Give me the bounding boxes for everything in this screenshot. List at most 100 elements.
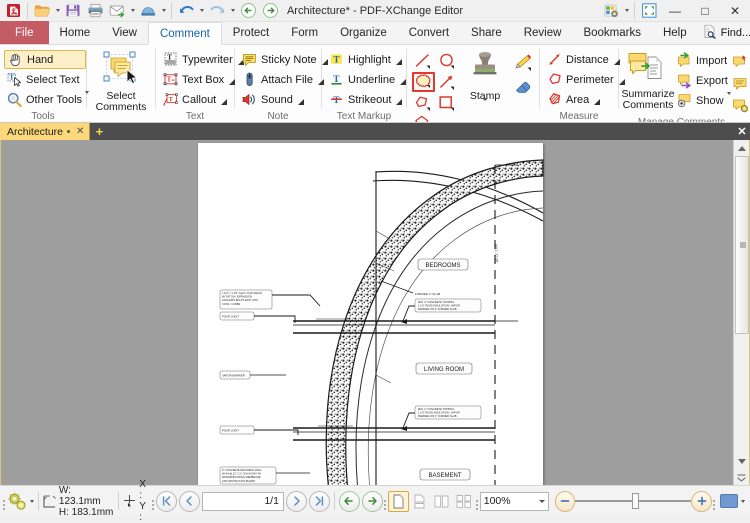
tool-hand[interactable]: Hand [4, 50, 86, 69]
summarize-comments-button[interactable]: Summarize Comments [621, 50, 675, 111]
comments-list-icon[interactable] [729, 73, 750, 94]
tool-ellipse[interactable] [436, 51, 459, 71]
tool-cloud[interactable] [411, 71, 435, 92]
maximize-button[interactable]: □ [690, 0, 720, 22]
tool-other-tools[interactable]: Other Tools [4, 90, 90, 109]
tool-highlight[interactable]: T Highlight [326, 50, 406, 69]
close-document-icon[interactable]: ✕ [734, 123, 750, 140]
tool-underline[interactable]: T Underline [326, 70, 407, 89]
vertical-scrollbar[interactable] [733, 140, 749, 485]
minimize-button[interactable]: — [660, 0, 690, 22]
tool-perimeter[interactable]: Perimeter [544, 70, 625, 89]
select-comments-button[interactable]: Select Comments [91, 50, 151, 113]
tab-bookmarks[interactable]: Bookmarks [572, 21, 652, 44]
undo-dropdown-arrow[interactable] [197, 1, 206, 21]
underline-dropdown-arrow[interactable] [400, 78, 407, 85]
document-canvas[interactable]: 18'-0" TYP. BEDROOMS LIVING ROOM BASEMEN… [1, 140, 733, 485]
continuous-view-button[interactable] [410, 491, 431, 512]
print-icon[interactable] [84, 1, 106, 21]
zoom-slider[interactable] [575, 492, 692, 510]
tool-text-box[interactable]: T Text Box [160, 70, 236, 89]
email-icon[interactable] [106, 1, 128, 21]
new-tab-icon[interactable]: + [90, 123, 108, 140]
find-button[interactable]: Find... [698, 22, 750, 43]
page-number-input[interactable]: 1/1 [201, 491, 284, 511]
tab-home[interactable]: Home [49, 21, 102, 44]
go-back-button[interactable] [338, 490, 360, 512]
document-tab-architecture[interactable]: Architecture ✕ [0, 123, 91, 140]
single-page-view-button[interactable] [387, 490, 409, 512]
zoom-slider-thumb[interactable] [632, 493, 640, 509]
email-dropdown-arrow[interactable] [128, 1, 137, 21]
stamp-button[interactable]: Stamp [461, 50, 509, 113]
tool-polygon[interactable] [412, 113, 435, 122]
next-page-button[interactable] [285, 490, 307, 512]
close-button[interactable]: ✕ [720, 0, 750, 22]
tool-rectangle[interactable] [436, 93, 459, 113]
zoom-in-button[interactable] [691, 490, 713, 512]
tool-pencil[interactable] [511, 51, 534, 75]
settings-dropdown-arrow[interactable] [29, 499, 34, 503]
sound-dropdown-arrow[interactable] [297, 98, 304, 105]
customize-dropdown-arrow[interactable] [622, 1, 631, 21]
scrollbar-thumb[interactable] [734, 156, 749, 334]
callout-dropdown-arrow[interactable] [221, 98, 228, 105]
scroll-to-end-button[interactable] [733, 469, 749, 485]
tab-review[interactable]: Review [513, 21, 573, 44]
tab-form[interactable]: Form [280, 21, 329, 44]
redo-icon[interactable] [206, 1, 228, 21]
app-logo-icon[interactable] [2, 1, 24, 21]
tool-sound[interactable]: Sound [239, 90, 321, 109]
tool-strikeout[interactable]: T Strikeout [326, 90, 406, 109]
tab-organize[interactable]: Organize [329, 21, 398, 44]
comment-styles-icon[interactable] [729, 95, 750, 116]
previous-view-icon[interactable] [237, 1, 259, 21]
tool-import-comments[interactable]: Import [674, 51, 728, 70]
tool-callout[interactable]: T Callout [160, 90, 234, 109]
open-icon[interactable] [31, 1, 53, 21]
tab-help[interactable]: Help [652, 21, 698, 44]
tool-show-comments[interactable]: Show [674, 91, 731, 110]
zoom-level-select[interactable]: 100% [479, 491, 549, 511]
first-page-button[interactable] [155, 490, 177, 512]
tool-attach-file[interactable]: Attach File [239, 70, 324, 89]
tab-protect[interactable]: Protect [222, 21, 280, 44]
tool-line[interactable] [412, 51, 435, 71]
two-page-continuous-view-button[interactable] [454, 491, 475, 512]
two-page-view-button[interactable] [432, 491, 453, 512]
tab-comment[interactable]: Comment [147, 22, 222, 45]
next-view-icon[interactable] [259, 1, 281, 21]
settings-button[interactable] [7, 492, 34, 511]
scroll-up-button[interactable] [733, 140, 749, 156]
save-icon[interactable] [62, 1, 84, 21]
scan-dropdown-arrow[interactable] [159, 1, 168, 21]
tool-eraser[interactable] [511, 76, 534, 98]
tool-distance[interactable]: Distance [544, 50, 620, 69]
tab-convert[interactable]: Convert [398, 21, 460, 44]
scroll-down-button[interactable] [733, 453, 749, 469]
tool-area[interactable]: Area [544, 90, 618, 109]
open-dropdown-arrow[interactable] [53, 1, 62, 21]
scrollbar-track[interactable] [733, 156, 749, 453]
tool-select-text[interactable]: T Select Text [4, 70, 86, 89]
redo-dropdown-arrow[interactable] [228, 1, 237, 21]
highlight-dropdown-arrow[interactable] [395, 58, 402, 65]
tab-view[interactable]: View [101, 21, 148, 44]
strikeout-dropdown-arrow[interactable] [396, 98, 403, 105]
previous-page-button[interactable] [178, 490, 200, 512]
stamp-dropdown-arrow[interactable] [482, 98, 488, 113]
tab-file[interactable]: File [0, 21, 49, 44]
flatten-comments-icon[interactable] [729, 51, 750, 72]
customize-quick-access-icon[interactable] [600, 1, 622, 21]
tool-polyline[interactable] [412, 93, 435, 113]
tab-share[interactable]: Share [460, 21, 513, 44]
fullscreen-icon[interactable] [638, 1, 660, 21]
area-dropdown-arrow[interactable] [594, 98, 601, 105]
undo-icon[interactable] [175, 1, 197, 21]
tool-export-comments[interactable]: Export [674, 71, 728, 90]
pdf-page[interactable]: 18'-0" TYP. BEDROOMS LIVING ROOM BASEMEN… [198, 143, 544, 485]
tool-sticky-note[interactable]: Sticky Note [239, 50, 328, 69]
tool-typewriter[interactable]: T Typewriter [160, 50, 244, 69]
zoom-out-button[interactable] [554, 490, 576, 512]
zoom-dropdown-arrow[interactable] [538, 499, 545, 503]
